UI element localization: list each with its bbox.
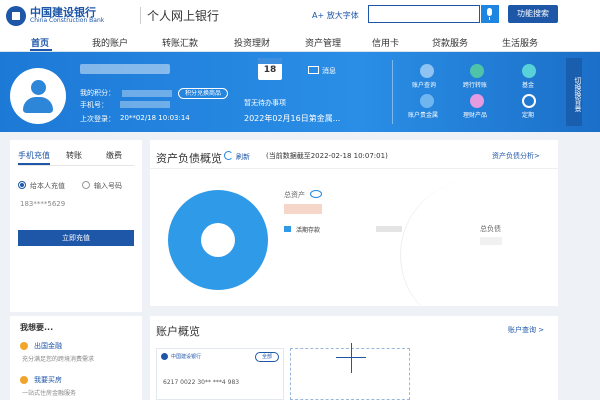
- legend-swatch: [284, 226, 291, 232]
- recharge-panel: 手机充值 转账 缴费 给本人充值 输入号码 183****5629 立即充值: [10, 140, 142, 312]
- eye-icon[interactable]: [310, 190, 322, 198]
- bank-name-en: China Construction Bank: [30, 17, 105, 24]
- main-nav: 首页 我的账户 转账汇款 投资理财 资产管理 信用卡 贷款服务 生活服务: [0, 32, 600, 52]
- points-label: 我的积分：: [80, 89, 115, 97]
- quick-transfer[interactable]: 跨行转账: [463, 80, 487, 89]
- calendar-header: [258, 58, 282, 64]
- nav-loan[interactable]: 贷款服务: [432, 36, 468, 49]
- buy-house-desc: 一站式住房金融服务: [22, 390, 77, 397]
- radio-input-label: 输入号码: [94, 182, 122, 190]
- nav-credit-card[interactable]: 信用卡: [372, 36, 399, 49]
- quick-wealth[interactable]: 理财产品: [463, 110, 487, 119]
- last-login-value: 20**02/18 10:03:14: [120, 114, 190, 122]
- tab-transfer[interactable]: 转账: [66, 150, 82, 161]
- add-account-card[interactable]: [290, 343, 410, 400]
- nav-life-service[interactable]: 生活服务: [502, 36, 538, 49]
- precious-metal-icon[interactable]: [420, 94, 434, 108]
- travel-finance-link[interactable]: 出国金融: [34, 341, 62, 351]
- account-overview-panel: 账户概览 账户查询 > 中国建设银行 全部 6217 0022 30** ***…: [150, 316, 558, 400]
- notice-line[interactable]: 2022年02月16日第金属...: [244, 113, 340, 124]
- i-want-title: 我想要...: [20, 323, 54, 332]
- calendar-icon[interactable]: 18: [258, 58, 282, 80]
- bank-card[interactable]: 中国建设银行 全部 6217 0022 30** ***4 983: [156, 348, 284, 400]
- todo-status: 暂无待办事项: [244, 99, 286, 107]
- total-assets-label: 总资产: [284, 191, 305, 199]
- phone-masked: [120, 101, 170, 108]
- bank-logo-icon: [161, 353, 168, 360]
- transfer-icon[interactable]: [470, 64, 484, 78]
- travel-finance-icon: [20, 342, 28, 350]
- quick-account-query[interactable]: 账户查询: [412, 80, 436, 89]
- total-liabilities-masked: [480, 237, 502, 245]
- tab-divider: [18, 165, 134, 166]
- tab-phone-recharge[interactable]: 手机充值: [18, 150, 50, 161]
- message-icon[interactable]: [308, 66, 319, 74]
- assets-analysis-link[interactable]: 资产负债分析>: [492, 151, 540, 161]
- total-liabilities-label: 总负债: [480, 225, 501, 233]
- nav-home[interactable]: 首页: [31, 36, 49, 49]
- assets-overview-panel: 资产负债概览 刷新 (当前数据截至2022-02-18 10:07:01) 资产…: [150, 140, 558, 330]
- points-exchange-button[interactable]: 积分兑换商品: [178, 88, 228, 99]
- travel-finance-desc: 充分满足您的跨境消费需求: [22, 356, 95, 363]
- deposit-value-masked: [376, 226, 402, 232]
- user-icon: [31, 80, 46, 95]
- liabilities-ring: [400, 180, 550, 330]
- wealth-icon[interactable]: [470, 94, 484, 108]
- avatar[interactable]: [10, 68, 66, 124]
- total-assets-masked: [284, 204, 322, 214]
- switch-background-button[interactable]: 切换换背景: [566, 58, 582, 126]
- assets-donut-chart: [168, 190, 268, 290]
- refresh-link[interactable]: 刷新: [236, 152, 250, 162]
- account-overview-title: 账户概览: [156, 325, 200, 338]
- nav-asset-management[interactable]: 资产管理: [305, 36, 341, 49]
- buy-house-link[interactable]: 我要买房: [34, 375, 62, 385]
- refresh-icon[interactable]: [224, 151, 233, 160]
- quick-fixed-deposit[interactable]: 定期: [522, 110, 534, 119]
- house-icon: [20, 376, 28, 384]
- nav-investment[interactable]: 投资理财: [234, 36, 270, 49]
- quick-fund[interactable]: 基金: [522, 80, 534, 89]
- nav-transfer[interactable]: 转账汇款: [162, 36, 198, 49]
- user-name-masked: [80, 64, 170, 74]
- account-query-link[interactable]: 账户查询 >: [508, 325, 544, 335]
- function-search-button[interactable]: 功能搜索: [508, 5, 558, 23]
- plus-icon-vertical: [351, 343, 352, 373]
- card-number: 6217 0022 30** ***4 983: [163, 379, 240, 386]
- phone-number: 183****5629: [20, 200, 66, 208]
- radio-input-number[interactable]: [82, 181, 90, 189]
- radio-self-label: 给本人充值: [30, 182, 65, 190]
- user-icon-body: [23, 97, 53, 113]
- points-masked: [122, 90, 172, 97]
- top-header: 中国建设银行 China Construction Bank 个人网上银行 A+…: [0, 0, 600, 32]
- legend-deposit: 活期存款: [296, 227, 321, 234]
- assets-title: 资产负债概览: [156, 152, 222, 165]
- nav-active-indicator: [30, 49, 52, 51]
- phone-label: 手机号：: [80, 101, 108, 109]
- account-query-icon[interactable]: [420, 64, 434, 78]
- site-title: 个人网上银行: [140, 7, 219, 24]
- enlarge-font-link[interactable]: A+ 放大字体: [312, 10, 359, 21]
- card-bank-name: 中国建设银行: [171, 354, 202, 360]
- message-label[interactable]: 消息: [322, 66, 336, 76]
- fund-icon[interactable]: [522, 64, 536, 78]
- bank-logo-icon: [6, 6, 26, 26]
- card-tag[interactable]: 全部: [255, 352, 279, 362]
- quick-precious-metal[interactable]: 账户贵金属: [408, 110, 438, 119]
- fixed-deposit-icon[interactable]: [522, 94, 536, 108]
- radio-self-recharge[interactable]: [18, 181, 26, 189]
- user-banner: 我的积分： 手机号： 积分兑换商品 上次登录： 20**02/18 10:03:…: [0, 52, 600, 132]
- microphone-icon[interactable]: [481, 5, 499, 23]
- recharge-now-button[interactable]: 立即充值: [18, 230, 134, 246]
- data-timestamp: (当前数据截至2022-02-18 10:07:01): [266, 152, 388, 160]
- banner-divider: [392, 60, 393, 124]
- i-want-panel: 我想要... 出国金融 充分满足您的跨境消费需求 我要买房 一站式住房金融服务: [10, 316, 142, 400]
- calendar-day: 18: [263, 65, 277, 75]
- last-login-label: 上次登录：: [80, 115, 115, 123]
- bank-logo[interactable]: 中国建设银行 China Construction Bank: [6, 4, 136, 28]
- nav-my-account[interactable]: 我的账户: [92, 36, 128, 49]
- tab-payment[interactable]: 缴费: [106, 150, 122, 161]
- assets-divider: [150, 168, 558, 169]
- search-input[interactable]: [368, 5, 480, 23]
